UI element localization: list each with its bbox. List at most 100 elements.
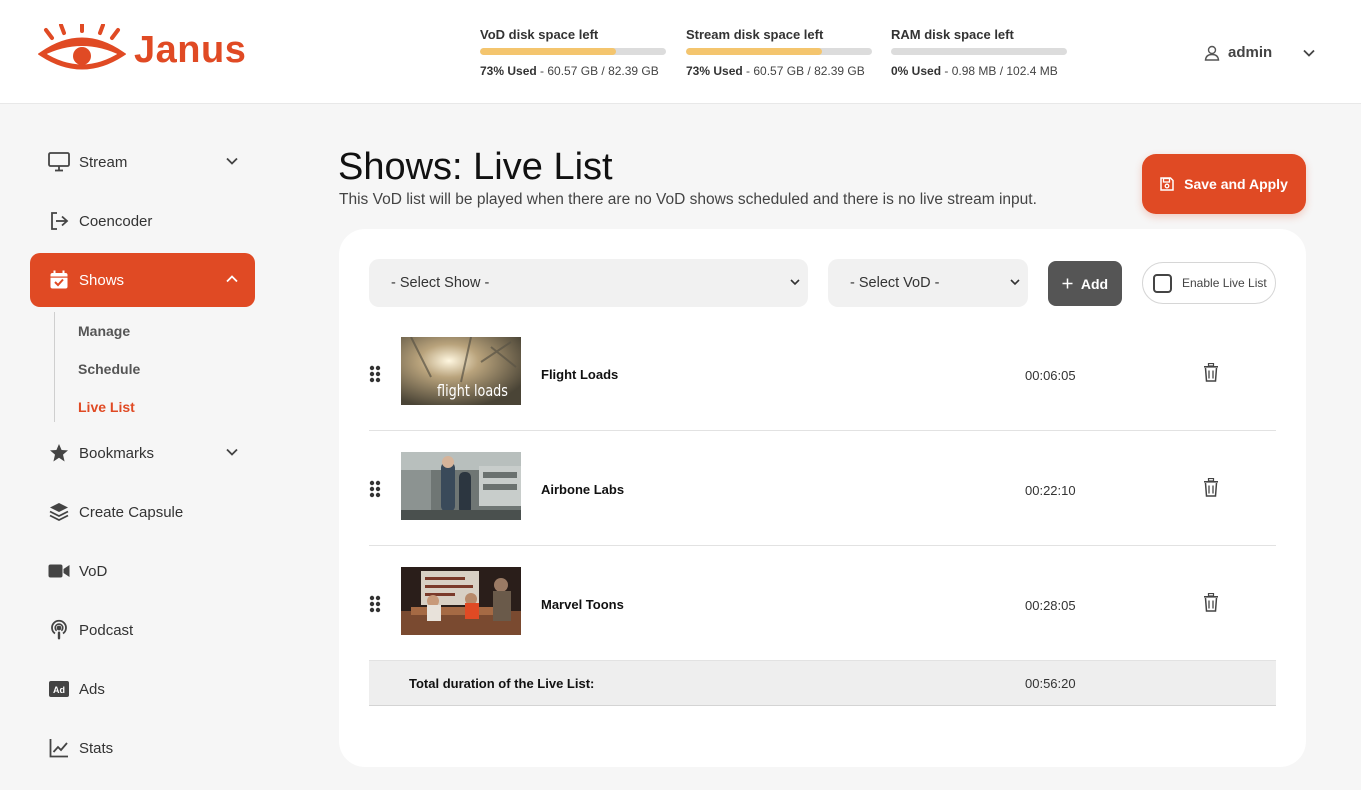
disk-info: 73% Used - 60.57 GB / 82.39 GB [686,64,872,78]
disk-title: Stream disk space left [686,27,824,42]
sidebar-item-vod[interactable]: VoD [30,544,255,598]
disk-used: 0% Used [891,64,942,78]
sidebar-item-label: Coencoder [79,212,153,230]
enable-live-list-checkbox[interactable] [1153,273,1172,293]
total-duration-value: 00:56:20 [1025,676,1076,691]
page-description: This VoD list will be played when there … [339,191,1037,208]
thumbnail-caption: flight loads [437,381,508,400]
page-title: Shows: Live List [338,146,613,188]
disk-used: 73% Used [686,64,743,78]
disk-progress-bar [891,48,1067,55]
disk-title: RAM disk space left [891,27,1014,42]
show-name: Airbone Labs [541,482,625,497]
subnav-item-live-list[interactable]: Live List [78,399,135,415]
sign-in-icon [47,209,71,233]
sidebar-item-label: VoD [79,562,108,580]
sidebar-item-label: Shows [79,271,125,289]
eye-logo-icon [38,24,126,70]
svg-text:Ad: Ad [53,685,65,695]
trash-icon[interactable] [1203,593,1219,612]
ram-disk-usage: RAM disk space left 0% Used - 0.98 MB / … [891,27,1067,78]
chevron-down-icon[interactable] [225,154,239,168]
stream-disk-usage: Stream disk space left 73% Used - 60.57 … [686,27,872,78]
disk-info: 0% Used - 0.98 MB / 102.4 MB [891,64,1067,78]
disk-progress-fill [480,48,616,55]
total-duration-label: Total duration of the Live List: [409,676,595,691]
chevron-down-icon[interactable] [225,445,239,459]
sidebar-item-label: Create Capsule [79,503,184,521]
save-and-apply-button[interactable]: Save and Apply [1142,154,1306,214]
layers-icon [47,500,71,524]
podcast-icon [47,618,71,642]
save-label: Save and Apply [1184,176,1288,192]
disk-used: 73% Used [480,64,537,78]
show-duration: 00:28:05 [1025,598,1076,613]
enable-live-list-label: Enable Live List [1182,276,1267,290]
sidebar-item-bookmarks[interactable]: Bookmarks [30,426,255,480]
total-duration-row: Total duration of the Live List: 00:56:2… [369,661,1276,706]
sidebar-item-label: Podcast [79,621,134,639]
chevron-down-icon [790,279,800,286]
chevron-down-icon[interactable] [1302,46,1316,60]
add-label: Add [1080,275,1109,292]
vod-disk-usage: VoD disk space left 73% Used - 60.57 GB … [480,27,666,78]
disk-info: 73% Used - 60.57 GB / 82.39 GB [480,64,666,78]
show-name: Marvel Toons [541,597,624,612]
sidebar-item-stats[interactable]: Stats [30,721,255,775]
subnav-item-manage[interactable]: Manage [78,323,130,339]
user-menu[interactable]: admin [1204,44,1316,61]
trash-icon[interactable] [1203,363,1219,382]
floppy-disk-icon [1160,177,1174,191]
chart-line-icon [47,736,71,760]
calendar-check-icon [47,268,71,292]
sidebar-item-create-capsule[interactable]: Create Capsule [30,485,255,539]
sidebar-item-stream[interactable]: Stream [30,135,255,189]
select-show-dropdown[interactable]: - Select Show - [369,259,808,307]
subnav-item-schedule[interactable]: Schedule [78,361,140,377]
sidebar-item-label: Stats [79,739,114,757]
user-icon [1204,45,1220,61]
user-name: admin [1228,44,1273,61]
logo[interactable]: Janus [38,24,246,76]
top-header: Janus VoD disk space left 73% Used - 60.… [0,0,1361,104]
star-icon [47,441,71,465]
drag-handle-icon[interactable] [369,595,381,613]
sidebar-item-podcast[interactable]: Podcast [30,603,255,657]
enable-live-list-toggle[interactable]: Enable Live List [1142,262,1276,304]
trash-icon[interactable] [1203,478,1219,497]
sidebar-item-label: Bookmarks [79,444,155,462]
add-button[interactable]: Add [1048,261,1122,306]
chevron-down-icon [1010,279,1020,286]
drag-handle-icon[interactable] [369,480,381,498]
monitor-icon [47,150,71,174]
sidebar: Stream Coencoder Shows Manage Schedule L… [0,105,290,790]
drag-handle-icon[interactable] [369,365,381,383]
chevron-up-icon[interactable] [225,272,239,286]
sidebar-item-ads[interactable]: Ad Ads [30,662,255,716]
select-show-value: - Select Show - [391,275,490,291]
sidebar-item-label: Ads [79,680,105,698]
show-name: Flight Loads [541,367,619,382]
video-thumbnail [401,452,521,520]
disk-detail: - 60.57 GB / 82.39 GB [536,64,659,78]
select-vod-dropdown[interactable]: - Select VoD - [828,259,1028,307]
sidebar-item-coencoder[interactable]: Coencoder [30,194,255,248]
show-duration: 00:22:10 [1025,483,1076,498]
disk-progress-fill [686,48,822,55]
shows-subnav: Manage Schedule Live List [54,312,140,422]
live-list-row: flight loads Flight Loads 00:06:05 [369,316,1276,431]
video-thumbnail: flight loads [401,337,521,405]
disk-detail: - 60.57 GB / 82.39 GB [742,64,865,78]
show-duration: 00:06:05 [1025,368,1076,383]
plus-icon [1062,278,1073,289]
sidebar-item-shows[interactable]: Shows [30,253,255,307]
disk-detail: - 0.98 MB / 102.4 MB [941,64,1058,78]
disk-progress-bar [480,48,666,55]
live-list-row: Marvel Toons 00:28:05 [369,546,1276,661]
sidebar-item-label: Stream [79,153,128,171]
disk-progress-bar [686,48,872,55]
live-list-row: Airbone Labs 00:22:10 [369,431,1276,546]
video-camera-icon [47,559,71,583]
disk-title: VoD disk space left [480,27,599,42]
select-vod-value: - Select VoD - [850,275,940,291]
